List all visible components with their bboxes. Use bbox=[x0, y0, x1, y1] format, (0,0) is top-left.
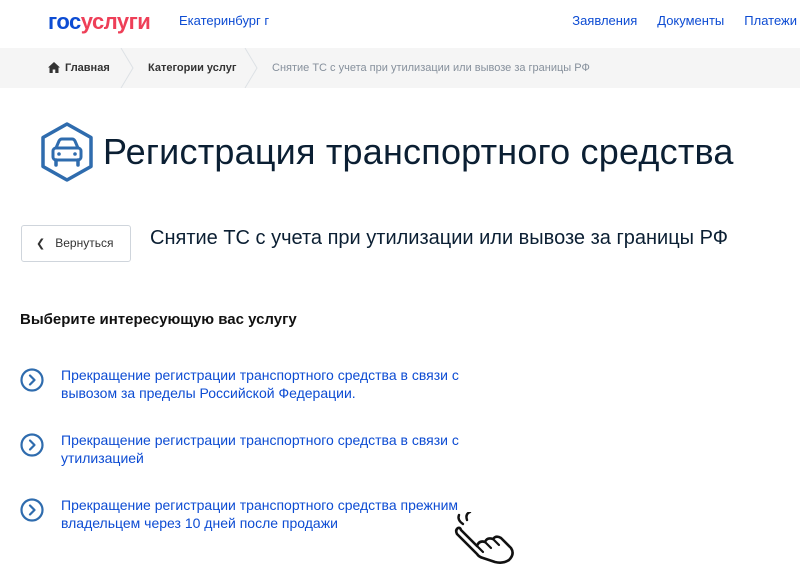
service-option-link[interactable]: Прекращение регистрации транспортного ср… bbox=[61, 496, 501, 532]
city-selector[interactable]: Екатеринбург г bbox=[179, 13, 269, 29]
tap-hand-icon bbox=[454, 512, 514, 564]
nav-payments[interactable]: Платежи bbox=[744, 13, 797, 29]
breadcrumb-home-label: Главная bbox=[65, 62, 110, 74]
gosuslugi-logo[interactable]: госуслуги bbox=[48, 9, 151, 35]
breadcrumb-categories[interactable]: Категории услуг bbox=[148, 48, 236, 88]
chevron-circle-icon bbox=[20, 368, 44, 392]
service-option-link[interactable]: Прекращение регистрации транспортного ср… bbox=[61, 366, 501, 402]
home-icon bbox=[48, 61, 60, 73]
service-option-link[interactable]: Прекращение регистрации транспортного ср… bbox=[61, 431, 501, 467]
section-heading: Выберите интересующую вас услугу bbox=[20, 311, 297, 328]
back-button[interactable]: ❮ Вернуться bbox=[21, 225, 131, 262]
breadcrumb: Главная Категории услуг Снятие ТС с учет… bbox=[0, 48, 800, 88]
nav-applications[interactable]: Заявления bbox=[572, 13, 637, 29]
chevron-circle-icon bbox=[20, 433, 44, 457]
breadcrumb-separator bbox=[120, 48, 134, 88]
top-header: госуслуги Екатеринбург г Заявления Докум… bbox=[0, 0, 800, 47]
service-subtitle: Снятие ТС с учета при утилизации или выв… bbox=[150, 227, 728, 249]
breadcrumb-current: Снятие ТС с учета при утилизации или выв… bbox=[272, 62, 590, 74]
back-button-label: Вернуться bbox=[55, 236, 114, 250]
car-hexagon-icon bbox=[41, 122, 93, 182]
breadcrumb-home[interactable]: Главная bbox=[48, 48, 110, 88]
page-title: Регистрация транспортного средства bbox=[103, 131, 734, 172]
top-nav: Заявления Документы Платежи bbox=[552, 13, 800, 29]
nav-documents[interactable]: Документы bbox=[657, 13, 724, 29]
chevron-left-icon: ❮ bbox=[36, 238, 46, 250]
breadcrumb-separator bbox=[244, 48, 258, 88]
chevron-circle-icon bbox=[20, 498, 44, 522]
